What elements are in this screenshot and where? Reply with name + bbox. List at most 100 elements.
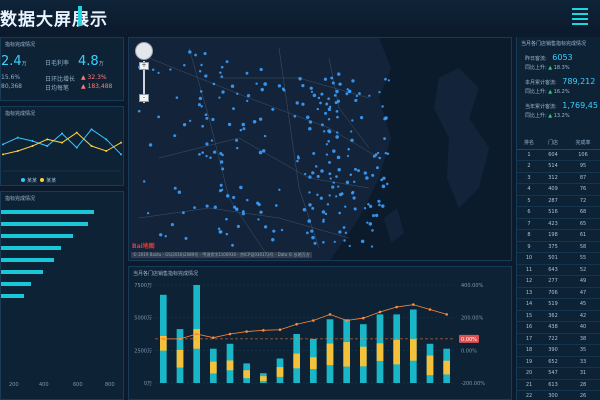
table-cell: 604	[541, 149, 565, 161]
store-marker	[306, 231, 309, 235]
store-marker	[308, 127, 312, 131]
table-cell: 514	[541, 160, 565, 173]
store-marker	[381, 105, 384, 108]
table-cell: 14	[517, 298, 541, 311]
store-marker	[225, 194, 230, 198]
line-point	[228, 332, 232, 336]
table-row: 17 722 38	[517, 333, 600, 345]
store-marker	[259, 67, 263, 72]
y-tick-label: 7500万	[134, 283, 152, 289]
store-marker	[320, 169, 324, 173]
table-cell: 375	[541, 241, 565, 253]
store-marker	[169, 68, 172, 71]
table-cell: 18	[517, 344, 541, 357]
chart-title: 当月各门店销售指标完成情况	[133, 271, 199, 277]
line-point	[362, 316, 365, 320]
y-tick-label: 5000万	[134, 316, 152, 322]
table-cell: 3	[517, 172, 541, 184]
store-marker	[363, 171, 367, 175]
store-marker	[353, 207, 357, 211]
table-cell: 362	[541, 310, 565, 322]
store-marker	[328, 172, 332, 176]
hbar	[1, 222, 88, 226]
store-marker	[256, 201, 260, 205]
pan-control[interactable]	[135, 42, 153, 60]
store-marker	[320, 92, 324, 96]
store-marker	[263, 225, 268, 229]
store-marker	[278, 188, 281, 191]
table-cell: 312	[541, 172, 565, 184]
line-point	[295, 322, 298, 326]
store-marker	[210, 139, 214, 142]
zoom-in-button[interactable]: +	[139, 62, 149, 70]
store-marker	[322, 220, 325, 223]
line-point	[428, 308, 432, 311]
line-point	[245, 330, 248, 333]
table-row: 15 362 42	[517, 310, 600, 322]
store-marker	[351, 119, 354, 122]
table-cell: 95	[565, 160, 600, 173]
store-marker	[193, 206, 196, 210]
store-marker	[148, 143, 153, 147]
hbar-panel: 指标完成情况 200 400 600 800	[0, 191, 124, 400]
store-marker	[381, 184, 386, 189]
store-marker	[368, 222, 373, 226]
series-point	[61, 132, 63, 135]
line-point	[345, 319, 348, 322]
store-marker	[310, 90, 314, 94]
store-marker	[205, 204, 209, 208]
store-marker	[184, 236, 188, 240]
store-marker	[330, 76, 334, 80]
store-marker	[170, 223, 174, 227]
store-marker	[314, 165, 318, 168]
store-marker	[305, 115, 310, 120]
store-marker	[367, 203, 370, 206]
store-marker	[350, 130, 353, 133]
store-marker	[246, 94, 251, 98]
table-cell: 7	[517, 218, 541, 230]
store-marker	[198, 96, 203, 101]
line-panel: 指标完成情况 某某 某某	[0, 106, 124, 186]
store-marker	[349, 173, 353, 177]
store-marker	[194, 53, 197, 57]
store-marker	[331, 81, 335, 85]
store-marker	[370, 245, 374, 248]
line-point	[412, 303, 415, 306]
store-marker	[335, 135, 339, 139]
table-cell: 501	[541, 252, 565, 265]
store-marker	[354, 167, 357, 171]
table-cell: 58	[565, 241, 600, 253]
table-cell: 5	[517, 195, 541, 207]
table-row: 2 514 95	[517, 160, 600, 173]
table-row: 3 312 87	[517, 172, 600, 184]
china-map[interactable]: + - Bai地图 © 2019 Baidu - GS(2016)2089号 -…	[128, 37, 512, 261]
marker-label: 0.00%	[461, 337, 477, 343]
store-marker	[383, 137, 386, 140]
table-row: 6 516 68	[517, 206, 600, 219]
table-row: 9 375 58	[517, 241, 600, 253]
tick-label: 800	[105, 382, 115, 388]
store-marker	[324, 212, 328, 216]
kpi1-sub2: 80,368	[1, 83, 22, 90]
line-chart	[2, 128, 122, 172]
table-row: 11 643 52	[517, 264, 600, 276]
store-marker	[351, 79, 355, 83]
store-marker	[328, 105, 332, 109]
store-marker	[376, 151, 380, 155]
table-row: 1 604 106	[517, 149, 600, 161]
store-marker	[355, 94, 359, 98]
kpi-value-1: 2.4万	[1, 54, 27, 69]
menu-icon[interactable]	[572, 8, 588, 25]
store-marker	[320, 123, 324, 127]
store-marker	[301, 102, 305, 106]
store-marker	[274, 204, 278, 207]
store-marker	[335, 89, 339, 94]
store-marker	[323, 130, 326, 133]
baidu-logo: Bai地图	[132, 243, 155, 250]
store-marker	[316, 193, 319, 197]
table-header: 完成率	[565, 137, 600, 150]
store-marker	[378, 90, 381, 94]
zoom-out-button[interactable]: -	[139, 94, 149, 102]
hbar	[1, 270, 43, 274]
store-marker	[232, 107, 235, 111]
